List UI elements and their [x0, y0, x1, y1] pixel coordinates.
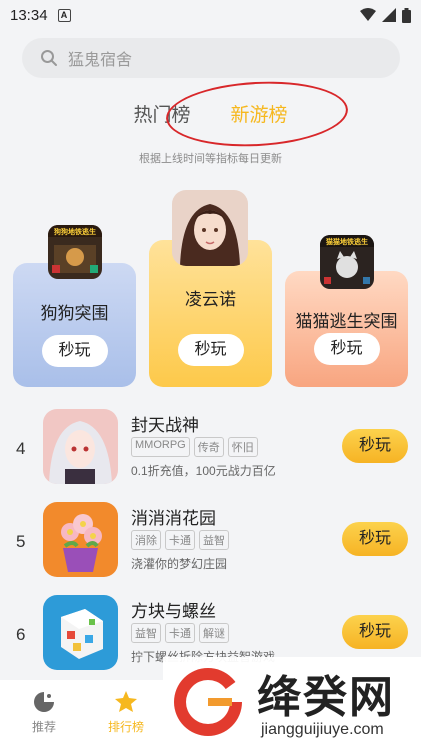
watermark: 绛癸网 jiangguijiuye.com — [163, 657, 421, 748]
play-button[interactable]: 秒玩 — [342, 522, 408, 556]
tag-list: 消除 卡通 益智 — [131, 530, 229, 550]
game-title: 消消消花园 — [131, 509, 216, 528]
rank-tabs: 热门榜 新游榜 — [0, 100, 421, 127]
game-icon-cat[interactable]: 猫猫地铁逃生 — [320, 235, 374, 289]
play-button[interactable]: 秒玩 — [41, 335, 108, 367]
podium-name: 狗狗突围 — [40, 304, 109, 323]
nav-ranking[interactable]: 排行榜 — [96, 690, 156, 735]
search-bar[interactable]: 猛鬼宿舍 — [22, 38, 400, 78]
list-item[interactable]: 5 消消消花园 消除 卡通 益智 浇灌你的梦幻庄园 秒玩 — [0, 502, 421, 582]
game-title: 方块与螺丝 — [131, 602, 216, 621]
game-icon-fengtian[interactable] — [43, 409, 118, 484]
play-button[interactable]: 秒玩 — [177, 334, 244, 366]
tag: 益智 — [131, 623, 161, 643]
icon-caption: 狗狗地铁逃生 — [54, 227, 96, 236]
tag-list: MMORPG 传奇 怀旧 — [131, 437, 258, 457]
update-note: 根据上线时间等指标每日更新 — [139, 153, 282, 165]
trophy-star-icon — [115, 691, 137, 712]
podium-name: 猫猫逃生突围 — [295, 312, 398, 331]
podium-card-2[interactable]: 狗狗突围 秒玩 — [13, 263, 136, 387]
search-placeholder: 猛鬼宿舍 — [68, 52, 133, 69]
tab-new[interactable]: 新游榜 — [231, 100, 288, 127]
signal-icon — [382, 8, 396, 22]
rank-number: 4 — [16, 439, 26, 458]
tag: 益智 — [199, 530, 229, 550]
a-notification-icon: A — [57, 8, 71, 22]
watermark-brand: 绛癸网 — [257, 673, 395, 722]
tag: 传奇 — [193, 437, 224, 457]
battery-icon — [402, 7, 411, 23]
play-button[interactable]: 秒玩 — [342, 615, 408, 649]
gamepad-icon — [34, 692, 54, 712]
tag: 怀旧 — [227, 437, 258, 457]
tag-list: 益智 卡通 解谜 — [131, 623, 229, 643]
watermark-url: jiangguijiuye.com — [261, 721, 384, 738]
play-button[interactable]: 秒玩 — [342, 429, 408, 463]
rank-number: 5 — [16, 532, 26, 551]
search-icon — [41, 50, 57, 66]
icon-caption: 猫猫地铁逃生 — [326, 237, 368, 246]
status-time: 13:34 — [10, 6, 48, 24]
game-desc: 浇灌你的梦幻庄园 — [131, 557, 228, 571]
wifi-icon — [360, 8, 376, 21]
tag: 卡通 — [165, 623, 195, 643]
tag: 卡通 — [165, 530, 195, 550]
status-bar: 13:34 A — [0, 0, 421, 30]
game-desc: 0.1折充值，100元战力百亿 — [131, 464, 276, 478]
game-icon-blocks[interactable] — [43, 595, 118, 670]
game-icon-dog[interactable]: 狗狗地铁逃生 — [48, 225, 102, 279]
game-icon-lingyunnuo[interactable] — [172, 190, 248, 266]
list-item[interactable]: 4 封天战神 MMORPG 传奇 怀旧 0.1折充值，100元战力百亿 秒玩 — [0, 409, 421, 489]
rank-number: 6 — [16, 625, 26, 644]
tag: 消除 — [131, 530, 161, 550]
game-title: 封天战神 — [131, 416, 199, 435]
nav-label: 推荐 — [31, 720, 56, 734]
podium-name: 凌云诺 — [185, 290, 236, 309]
nav-recommend[interactable]: 推荐 — [14, 690, 74, 735]
tag: MMORPG — [131, 437, 190, 457]
watermark-logo-icon — [174, 668, 245, 736]
game-icon-garden[interactable] — [43, 502, 118, 577]
play-button[interactable]: 秒玩 — [313, 333, 380, 365]
tab-hot[interactable]: 热门榜 — [133, 100, 190, 127]
nav-label: 排行榜 — [107, 720, 144, 734]
tag: 解谜 — [199, 623, 229, 643]
